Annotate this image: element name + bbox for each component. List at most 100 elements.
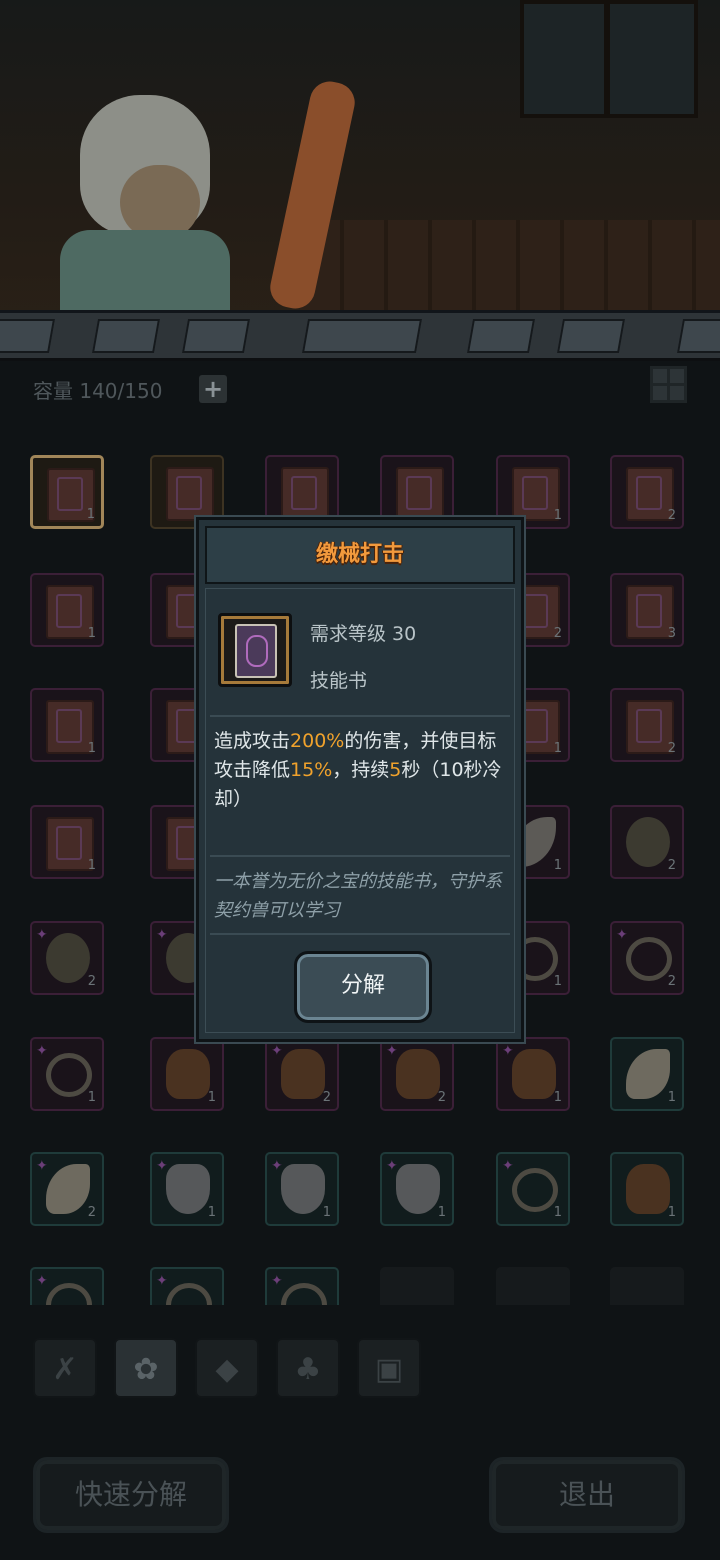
sparkle-icon: ✦ <box>36 927 48 943</box>
flavor-text: 一本誉为无价之宝的技能书，守护系契约兽可以学习 <box>214 871 502 921</box>
inventory-slot[interactable] <box>610 1267 684 1305</box>
exit-button[interactable]: 退出 <box>489 1457 685 1533</box>
character-scene <box>0 0 720 355</box>
orb-icon <box>626 817 670 867</box>
inventory-slot[interactable]: 1 <box>150 1037 224 1111</box>
background-floor <box>300 220 720 320</box>
item-count: 1 <box>553 508 562 523</box>
item-detail-popup: 缴械打击 需求等级 30 技能书 造成攻击200%的伤害，并使目标攻击降低15%… <box>196 517 524 1042</box>
sparkle-icon: ✦ <box>616 927 628 943</box>
book-icon <box>166 467 214 521</box>
inventory-slot[interactable]: ✦ 2 <box>30 1152 104 1226</box>
item-count: 1 <box>87 1090 96 1105</box>
bell-icon <box>281 1049 325 1099</box>
inventory-slot[interactable] <box>380 1267 454 1305</box>
item-count: 1 <box>87 741 96 756</box>
item-count: 2 <box>437 1090 446 1105</box>
inventory-slot[interactable]: ✦ 1 <box>380 1152 454 1226</box>
inventory-slot[interactable]: 1 <box>30 573 104 647</box>
sparkle-icon: ✦ <box>386 1043 398 1059</box>
grid-icon[interactable] <box>650 366 687 403</box>
capacity-text: 容量 140/150 <box>33 379 163 403</box>
item-count: 1 <box>553 858 562 873</box>
decompose-button[interactable]: 分解 <box>294 951 432 1023</box>
skill-book-icon <box>218 613 292 687</box>
sparkle-icon: ✦ <box>502 1158 514 1174</box>
collar-icon <box>166 1283 212 1305</box>
inventory-slot[interactable]: ✦ 2 <box>265 1037 339 1111</box>
inventory-slot[interactable]: ✦ <box>150 1267 224 1305</box>
item-count: 3 <box>667 626 676 641</box>
sparkle-icon: ✦ <box>156 927 168 943</box>
inventory-slot[interactable]: 2 <box>610 455 684 529</box>
fur-icon <box>166 1164 210 1214</box>
item-count: 1 <box>87 858 96 873</box>
inventory-slot[interactable]: 1 <box>610 1152 684 1226</box>
inventory-slot[interactable]: ✦ 1 <box>496 1152 570 1226</box>
inventory-slot[interactable]: ✦ 2 <box>30 921 104 995</box>
inventory-slot[interactable] <box>496 1267 570 1305</box>
divider <box>210 855 510 857</box>
item-count: 1 <box>553 1205 562 1220</box>
sparkle-icon: ✦ <box>502 1043 514 1059</box>
sparkle-icon: ✦ <box>36 1158 48 1174</box>
item-count: 1 <box>553 974 562 989</box>
inventory-slot[interactable]: ✦ 1 <box>265 1152 339 1226</box>
item-count: 2 <box>322 1090 331 1105</box>
sparkle-icon: ✦ <box>271 1158 283 1174</box>
inventory-slot[interactable]: ✦ 2 <box>380 1037 454 1111</box>
item-count: 1 <box>86 507 95 522</box>
item-count: 2 <box>667 508 676 523</box>
item-count: 1 <box>87 626 96 641</box>
item-type: 技能书 <box>310 670 368 692</box>
fang-icon <box>46 1164 90 1214</box>
inventory-slot[interactable]: ✦ <box>265 1267 339 1305</box>
required-level: 需求等级 30 <box>310 623 417 645</box>
item-count: 2 <box>667 858 676 873</box>
inventory-slot[interactable]: ✦ 1 <box>30 1037 104 1111</box>
inventory-slot[interactable]: 2 <box>610 688 684 762</box>
item-count: 2 <box>667 974 676 989</box>
inventory-slot[interactable]: ✦ 1 <box>150 1152 224 1226</box>
inventory-slot[interactable]: 2 <box>610 805 684 879</box>
item-count: 1 <box>553 741 562 756</box>
sparkle-icon: ✦ <box>156 1273 168 1289</box>
inventory-slot[interactable]: 1 <box>610 1037 684 1111</box>
inventory-slot[interactable]: 1 <box>30 688 104 762</box>
quick-decompose-button[interactable]: 快速分解 <box>33 1457 229 1533</box>
inventory-slot[interactable]: 3 <box>610 573 684 647</box>
leaf-icon[interactable]: ♣ <box>276 1338 340 1398</box>
inventory-slot[interactable]: ✦ 1 <box>496 1037 570 1111</box>
orb-icon <box>46 933 90 983</box>
book-icon <box>281 467 329 521</box>
item-count: 2 <box>667 741 676 756</box>
item-count: 1 <box>667 1090 676 1105</box>
item-count: 1 <box>207 1205 216 1220</box>
paw-icon[interactable]: ✿ <box>114 1338 178 1398</box>
chest-icon[interactable]: ▣ <box>357 1338 421 1398</box>
divider <box>210 715 510 717</box>
inventory-slot[interactable]: ✦ 2 <box>610 921 684 995</box>
bell-icon <box>396 1049 440 1099</box>
inventory-slot[interactable]: 1 <box>30 455 104 529</box>
sparkle-icon: ✦ <box>271 1273 283 1289</box>
inventory-slot[interactable]: 1 <box>30 805 104 879</box>
fang-icon <box>626 1049 670 1099</box>
collar-icon <box>281 1283 327 1305</box>
popup-body: 需求等级 30 技能书 造成攻击200%的伤害，并使目标攻击降低15%，持续5秒… <box>205 588 515 1033</box>
wing-icon[interactable]: ✗ <box>33 1338 97 1398</box>
fur-icon <box>396 1164 440 1214</box>
inventory-slot[interactable]: ✦ <box>30 1267 104 1305</box>
plus-icon[interactable]: + <box>199 375 227 403</box>
duration-value: 5 <box>389 759 402 781</box>
character-face <box>120 165 200 240</box>
sparkle-icon: ✦ <box>271 1043 283 1059</box>
item-count: 2 <box>87 1205 96 1220</box>
bell-icon <box>626 1164 670 1214</box>
sparkle-icon: ✦ <box>36 1043 48 1059</box>
item-count: 1 <box>437 1205 446 1220</box>
item-count: 1 <box>207 1090 216 1105</box>
gem-icon[interactable]: ◆ <box>195 1338 259 1398</box>
item-description: 造成攻击200%的伤害，并使目标攻击降低15%，持续5秒（10秒冷却） <box>214 730 502 810</box>
item-count: 2 <box>87 974 96 989</box>
